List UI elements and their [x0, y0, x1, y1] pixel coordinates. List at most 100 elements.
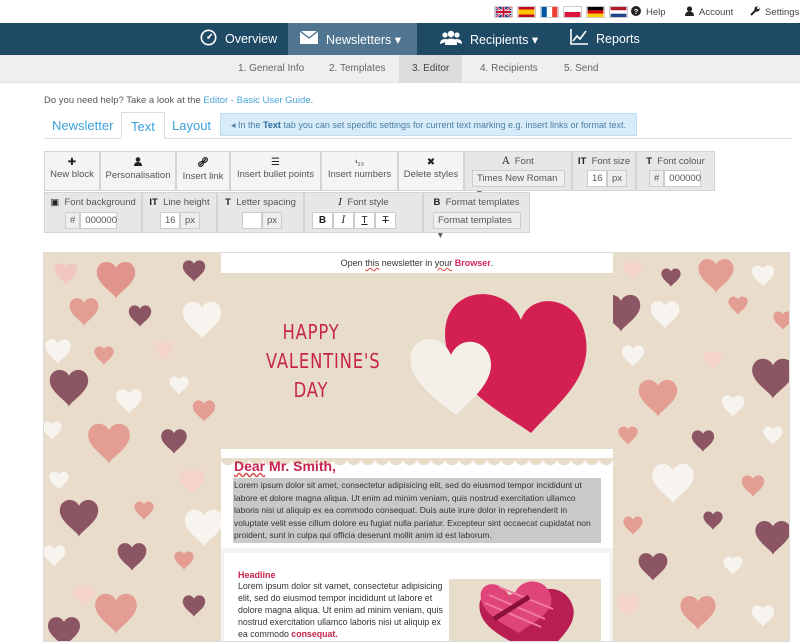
- font-size-input[interactable]: 16: [587, 170, 607, 187]
- flag-germany-icon[interactable]: [586, 6, 605, 18]
- valentine-banner[interactable]: HAPPY VALENTINE'S DAY: [221, 273, 613, 472]
- bold-button[interactable]: B: [312, 212, 333, 229]
- line-height-input[interactable]: 16: [160, 212, 180, 229]
- article-block[interactable]: Headline Lorem ipsum dolor sit vamet, co…: [224, 553, 610, 641]
- text-height-icon: IT: [577, 156, 587, 167]
- banner-title: HAPPY VALENTINE'S DAY: [266, 318, 380, 405]
- font-select[interactable]: Times New Roman ▾: [472, 170, 565, 199]
- banner-title-line-1: HAPPY: [282, 320, 340, 344]
- step-editor[interactable]: 3. Editor: [399, 55, 463, 83]
- nav-newsletters[interactable]: Newsletters ▾: [288, 23, 417, 55]
- step-general-info[interactable]: 1. General Info: [225, 55, 317, 83]
- italic-button[interactable]: I: [333, 212, 354, 229]
- font-background-control: ▣ Font background #000000: [44, 192, 142, 233]
- line-height-unit: px: [180, 212, 201, 229]
- editor-canvas: Open this newsletter in your Browser. HA…: [43, 252, 790, 642]
- account-link[interactable]: Account: [685, 6, 733, 19]
- format-templates-label: Format templates: [445, 197, 520, 208]
- insert-numbers-button[interactable]: ¹₂₃ Insert numbers: [321, 151, 398, 191]
- settings-link[interactable]: Settings: [750, 6, 799, 19]
- flag-spain-icon[interactable]: [517, 6, 536, 18]
- delete-styles-button[interactable]: ✖ Delete styles: [398, 151, 464, 191]
- greeting[interactable]: Dear Mr. Smith,: [234, 458, 336, 474]
- tab-text[interactable]: Text: [121, 112, 165, 139]
- personalisation-label: Personalisation: [105, 170, 171, 181]
- browser-link[interactable]: Browser: [455, 258, 491, 268]
- step-send[interactable]: 5. Send: [551, 55, 611, 83]
- tab-hint: ◂ In the Text tab you can set specific s…: [220, 113, 638, 136]
- new-block-label: New block: [50, 169, 94, 180]
- letter-spacing-unit: px: [262, 212, 283, 229]
- font-a-icon: A: [502, 156, 510, 167]
- close-icon: ✖: [426, 157, 436, 168]
- gift-box-image: [449, 579, 601, 641]
- account-label: Account: [699, 7, 734, 18]
- insert-link-label: Insert link: [182, 171, 224, 182]
- font-background-input[interactable]: 000000: [80, 212, 118, 229]
- new-block-button[interactable]: ✚ New block: [44, 151, 100, 191]
- font-size-control: IT Font size 16 px: [572, 151, 636, 191]
- article-headline: Headline: [238, 570, 276, 580]
- settings-label: Settings: [765, 7, 800, 18]
- flag-uk-icon[interactable]: [494, 6, 513, 18]
- delete-styles-label: Delete styles: [403, 169, 459, 180]
- hint-suffix: tab you can set specific settings for cu…: [280, 120, 627, 130]
- flag-france-icon[interactable]: [540, 6, 559, 18]
- bookmark-b-icon: B: [433, 197, 441, 208]
- flag-netherlands-icon[interactable]: [609, 6, 628, 18]
- personalisation-button[interactable]: Personalisation: [100, 151, 176, 191]
- open-your: your: [434, 258, 453, 268]
- step-recipients[interactable]: 4. Recipients: [467, 55, 551, 83]
- language-flags: [494, 6, 628, 18]
- font-background-label: Font background: [64, 197, 136, 208]
- background-colour-icon: ▣: [50, 197, 60, 208]
- help-icon: ?: [631, 6, 641, 19]
- font-size-label: Font size: [591, 156, 631, 167]
- main-navigation: Overview Newsletters ▾ Recipients ▾ Repo…: [0, 23, 800, 55]
- envelope-icon: [299, 29, 319, 48]
- format-templates-select[interactable]: Format templates ▾: [433, 212, 521, 241]
- chart-icon: [570, 29, 588, 49]
- strikethrough-button[interactable]: T: [375, 212, 396, 229]
- link-icon: [177, 157, 229, 171]
- svg-text:?: ?: [634, 7, 639, 16]
- article-text-body: Lorem ipsum dolor sit vamet, consectetur…: [238, 581, 443, 639]
- help-link[interactable]: ? Help: [631, 6, 666, 19]
- nav-overview[interactable]: Overview: [188, 23, 289, 55]
- nav-reports-label: Reports: [596, 32, 640, 46]
- hearts-pattern-left: [44, 260, 221, 641]
- nav-newsletters-label: Newsletters ▾: [326, 32, 402, 47]
- italic-i-icon: I: [338, 197, 343, 208]
- flag-poland-icon[interactable]: [563, 6, 582, 18]
- font-colour-label: Font colour: [657, 156, 705, 167]
- format-templates-control: B Format templates Format templates ▾: [423, 192, 530, 241]
- font-control: A Font Times New Roman ▾: [464, 151, 572, 199]
- nav-overview-label: Overview: [225, 32, 278, 46]
- list-numbers-icon: ¹₂₃: [354, 158, 365, 167]
- font-style-control: I Font style BITT: [304, 192, 423, 233]
- font-background-hash: #: [65, 212, 81, 229]
- font-colour-input[interactable]: 000000: [664, 170, 702, 187]
- user-icon: [685, 6, 694, 19]
- top-utility-bar: ? Help Account Settings: [0, 0, 800, 23]
- open-prefix: Open: [340, 258, 366, 268]
- user-guide-link[interactable]: Editor - Basic User Guide: [203, 95, 310, 106]
- font-colour-control: T Font colour #000000: [636, 151, 715, 191]
- letter-spacing-control: T Letter spacing px: [217, 192, 304, 233]
- tab-layout[interactable]: Layout: [163, 112, 220, 139]
- email-body[interactable]: Open this newsletter in your Browser. HA…: [221, 253, 613, 641]
- font-size-unit: px: [607, 170, 628, 187]
- hint-prefix: ◂ In the: [231, 120, 264, 130]
- step-templates[interactable]: 2. Templates: [316, 55, 399, 83]
- person-icon: [101, 157, 175, 170]
- nav-recipients[interactable]: Recipients ▾: [428, 23, 550, 55]
- tab-newsletter[interactable]: Newsletter: [43, 112, 122, 139]
- underline-button[interactable]: T: [354, 212, 375, 229]
- nav-reports[interactable]: Reports: [558, 23, 652, 55]
- insert-link-button[interactable]: Insert link: [176, 151, 230, 191]
- letter-spacing-input[interactable]: [242, 212, 262, 229]
- selected-text-block[interactable]: Lorem ipsum dolor sit amet, consectetur …: [233, 478, 601, 543]
- insert-bullets-button[interactable]: ☰ Insert bullet points: [230, 151, 321, 191]
- help-label: Help: [646, 7, 666, 18]
- open-this: this: [365, 258, 380, 268]
